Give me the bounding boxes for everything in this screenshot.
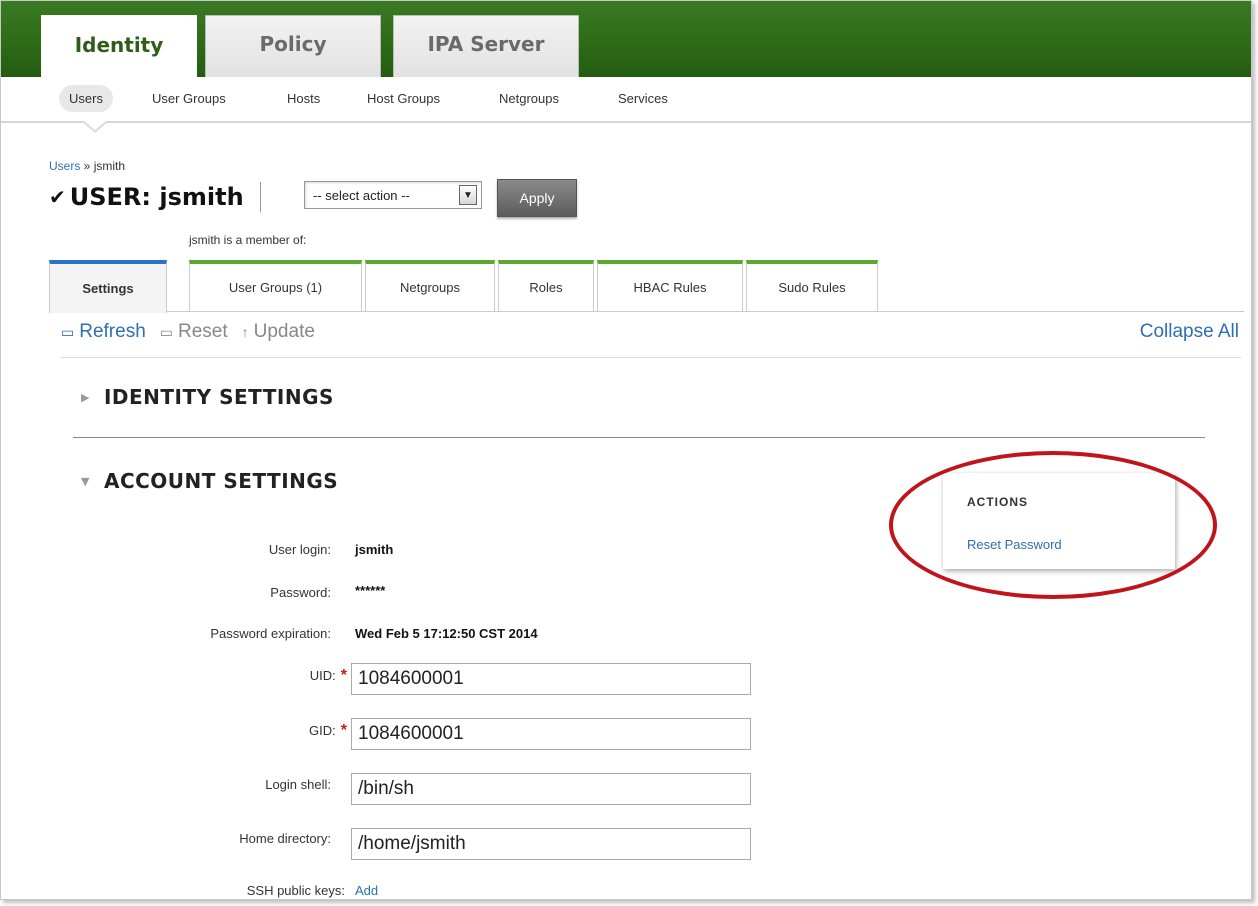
chevron-down-icon[interactable]: ▼ — [459, 185, 477, 205]
expand-triangle-icon: ▶ — [81, 390, 90, 404]
gid-label-text: GID: — [309, 723, 336, 738]
check-icon: ✔ — [49, 185, 66, 209]
uid-label: UID: * — [87, 667, 347, 685]
required-marker: * — [340, 667, 347, 684]
collapse-triangle-icon: ▼ — [81, 474, 90, 488]
reset-button[interactable]: ▭ Reset — [160, 321, 228, 343]
subnav-user-groups[interactable]: User Groups — [152, 91, 226, 106]
gid-label: GID: * — [87, 722, 347, 740]
login-shell-label: Login shell: — [265, 777, 331, 792]
user-login-value: jsmith — [355, 542, 394, 557]
identity-settings-title: IDENTITY SETTINGS — [103, 385, 334, 409]
breadcrumb-users-link[interactable]: Users — [49, 159, 80, 173]
divider — [61, 357, 1241, 358]
apply-button[interactable]: Apply — [497, 179, 577, 217]
home-directory-label: Home directory: — [239, 831, 331, 846]
login-shell-input[interactable]: /bin/sh — [351, 773, 751, 805]
sub-navigation: Users User Groups Hosts Host Groups Netg… — [1, 77, 1251, 123]
action-select-value: -- select action -- — [313, 187, 410, 203]
update-button[interactable]: ↑ Update — [242, 321, 315, 343]
app-window: Identity Policy IPA Server Users User Gr… — [0, 0, 1252, 900]
password-expiration-label: Password expiration: — [210, 626, 331, 641]
password-value: ****** — [355, 583, 386, 598]
reset-icon: ▭ — [159, 323, 173, 340]
breadcrumb-current: jsmith — [93, 159, 126, 173]
ssh-keys-label: SSH public keys: — [246, 883, 345, 898]
section-divider — [73, 437, 1205, 438]
facet-tabs: Settings User Groups (1) Netgroups Roles… — [49, 260, 1244, 313]
uid-input[interactable]: 1084600001 — [351, 663, 751, 695]
page-title: ✔ USER: jsmith — [49, 179, 261, 215]
home-directory-input[interactable]: /home/jsmith — [351, 828, 751, 860]
collapse-all-link[interactable]: Collapse All — [1140, 321, 1239, 343]
subnav-hosts[interactable]: Hosts — [287, 91, 320, 106]
gid-input[interactable]: 1084600001 — [351, 718, 751, 750]
tab-sudo-rules[interactable]: Sudo Rules — [746, 260, 878, 312]
member-of-label: jsmith is a member of: — [189, 233, 307, 247]
top-header: Identity Policy IPA Server — [1, 1, 1251, 79]
action-select[interactable]: -- select action -- ▼ — [304, 181, 482, 209]
tab-identity[interactable]: Identity — [41, 15, 197, 79]
refresh-button[interactable]: ▭ Refresh — [61, 321, 146, 343]
required-marker: * — [340, 722, 347, 739]
reset-label: Reset — [178, 321, 228, 342]
refresh-label: Refresh — [79, 321, 146, 342]
title-divider — [259, 182, 261, 212]
breadcrumb: Users » jsmith — [49, 159, 125, 173]
up-arrow-icon: ↑ — [241, 324, 249, 340]
subnav-users[interactable]: Users — [59, 85, 113, 112]
subnav-netgroups[interactable]: Netgroups — [499, 91, 559, 106]
facet-controls: ▭ Refresh ▭ Reset ↑ Update — [61, 321, 329, 343]
refresh-icon: ▭ — [61, 323, 75, 340]
active-nav-pointer — [81, 120, 109, 133]
tab-settings[interactable]: Settings — [49, 260, 167, 313]
tab-policy[interactable]: Policy — [205, 15, 381, 77]
subnav-host-groups[interactable]: Host Groups — [367, 91, 440, 106]
tab-roles[interactable]: Roles — [498, 260, 594, 312]
subnav-services[interactable]: Services — [618, 91, 668, 106]
ssh-add-link[interactable]: Add — [355, 883, 378, 898]
password-label: Password: — [270, 585, 331, 600]
user-login-label: User login: — [268, 542, 331, 557]
page-title-text: USER: jsmith — [69, 183, 244, 211]
uid-label-text: UID: — [309, 668, 336, 683]
tab-hbac-rules[interactable]: HBAC Rules — [597, 260, 743, 312]
account-settings-header[interactable]: ▼ ACCOUNT SETTINGS — [81, 469, 338, 493]
password-expiration-value: Wed Feb 5 17:12:50 CST 2014 — [355, 626, 538, 641]
highlight-ellipse — [889, 451, 1217, 599]
identity-settings-header[interactable]: ▶ IDENTITY SETTINGS — [81, 385, 334, 409]
account-settings-title: ACCOUNT SETTINGS — [103, 469, 339, 493]
update-label: Update — [253, 321, 315, 342]
tab-user-groups[interactable]: User Groups (1) — [189, 260, 362, 312]
tab-ipa-server[interactable]: IPA Server — [393, 15, 579, 77]
tab-netgroups[interactable]: Netgroups — [365, 260, 495, 312]
breadcrumb-separator: » — [80, 159, 94, 173]
